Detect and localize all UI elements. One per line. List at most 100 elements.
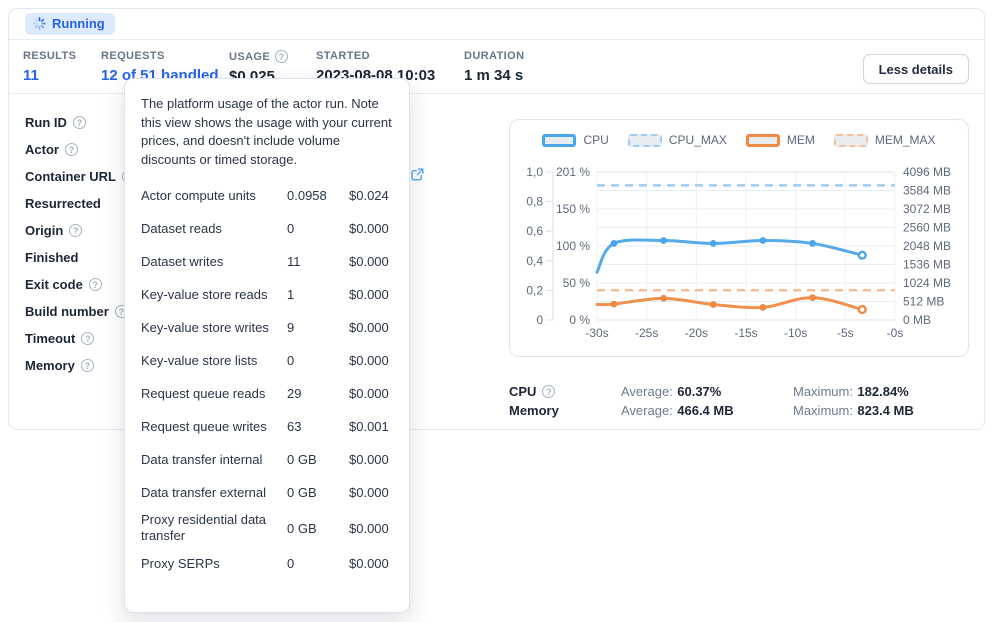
svg-text:512 MB: 512 MB <box>903 295 944 309</box>
detail-row-label: Exit code <box>25 277 83 292</box>
tooltip-row: Dataset reads0$0.000 <box>141 215 393 242</box>
svg-text:-15s: -15s <box>734 326 757 340</box>
tooltip-row-price: $0.000 <box>349 556 393 571</box>
tooltip-row-price: $0.000 <box>349 221 393 236</box>
tooltip-row-label: Dataset writes <box>141 254 287 270</box>
average-value: 60.37% <box>677 384 721 399</box>
spinner-icon <box>33 17 46 30</box>
resource-stats-row: MemoryAverage: 466.4 MBMaximum: 823.4 MB <box>509 401 914 420</box>
tooltip-row-label: Request queue writes <box>141 419 287 435</box>
resource-stats-row: CPU?Average: 60.37%Maximum: 182.84% <box>509 382 914 401</box>
tooltip-row: Proxy residential data transfer0 GB$0.00… <box>141 512 393 544</box>
tooltip-row: Data transfer external0 GB$0.000 <box>141 479 393 506</box>
svg-text:-10s: -10s <box>784 326 807 340</box>
tooltip-row: Key-value store reads1$0.000 <box>141 281 393 308</box>
detail-row: Container URL? <box>25 163 135 190</box>
detail-row-label: Resurrected <box>25 196 101 211</box>
detail-row-label: Build number <box>25 304 109 319</box>
resource-stats-label-text: Memory <box>509 403 559 418</box>
resource-stats-maximum: Maximum: 823.4 MB <box>793 402 914 420</box>
help-icon[interactable]: ? <box>81 359 94 372</box>
svg-text:3072 MB: 3072 MB <box>903 202 951 216</box>
svg-text:-0s: -0s <box>887 326 904 340</box>
status-badge: Running <box>25 13 115 35</box>
tooltip-row-price: $0.000 <box>349 254 393 269</box>
tooltip-row-value: 0 <box>287 221 349 236</box>
tooltip-arrow <box>253 78 270 86</box>
tooltip-row-value: 0 GB <box>287 485 349 500</box>
tooltip-row-value: 11 <box>287 254 349 269</box>
tooltip-row-value: 0 <box>287 556 349 571</box>
tooltip-row-label: Data transfer external <box>141 485 287 501</box>
resource-stats-label: CPU? <box>509 384 621 399</box>
tooltip-row: Actor compute units0.0958$0.024 <box>141 182 393 209</box>
legend-label: MEM_MAX <box>875 133 936 147</box>
detail-row: Memory? <box>25 352 135 379</box>
maximum-value: 823.4 MB <box>857 403 913 418</box>
tooltip-row: Request queue writes63$0.001 <box>141 413 393 440</box>
detail-row-label: Finished <box>25 250 78 265</box>
tooltip-row: Key-value store lists0$0.000 <box>141 347 393 374</box>
tooltip-row-value: 0.0958 <box>287 188 349 203</box>
svg-text:-30s: -30s <box>585 326 608 340</box>
legend-swatch <box>628 134 662 147</box>
usage-help-icon[interactable]: ? <box>275 50 288 63</box>
tooltip-row-label: Data transfer internal <box>141 452 287 468</box>
tooltip-row: Dataset writes11$0.000 <box>141 248 393 275</box>
help-icon[interactable]: ? <box>65 143 78 156</box>
detail-row-label: Origin <box>25 223 63 238</box>
usage-tooltip: The platform usage of the actor run. Not… <box>124 78 410 613</box>
help-icon[interactable]: ? <box>89 278 102 291</box>
svg-text:1536 MB: 1536 MB <box>903 258 951 272</box>
tooltip-row-price: $0.000 <box>349 485 393 500</box>
detail-row-label: Run ID <box>25 115 67 130</box>
detail-row-label: Memory <box>25 358 75 373</box>
tooltip-row-value: 0 <box>287 353 349 368</box>
svg-text:201 %: 201 % <box>556 165 590 179</box>
help-icon[interactable]: ? <box>81 332 94 345</box>
help-icon[interactable]: ? <box>69 224 82 237</box>
legend-item: CPU_MAX <box>628 133 727 147</box>
legend-swatch <box>542 134 576 147</box>
svg-text:2560 MB: 2560 MB <box>903 221 951 235</box>
tooltip-row-value: 1 <box>287 287 349 302</box>
svg-text:4096 MB: 4096 MB <box>903 165 951 179</box>
svg-text:0,2: 0,2 <box>526 283 543 297</box>
stat-results-value[interactable]: 11 <box>23 67 76 84</box>
svg-text:-20s: -20s <box>685 326 708 340</box>
legend-swatch <box>746 134 780 147</box>
stat-results: RESULTS 11 <box>23 50 76 84</box>
detail-row: Origin? <box>25 217 135 244</box>
resource-stats-average: Average: 466.4 MB <box>621 402 793 420</box>
resource-stats: CPU?Average: 60.37%Maximum: 182.84%Memor… <box>509 382 914 420</box>
svg-text:-5s: -5s <box>837 326 854 340</box>
tooltip-row-label: Dataset reads <box>141 221 287 237</box>
legend-label: CPU <box>583 133 608 147</box>
svg-text:0,8: 0,8 <box>526 195 543 209</box>
status-badge-label: Running <box>52 16 105 31</box>
help-icon[interactable]: ? <box>542 385 555 398</box>
maximum-key: Maximum: <box>793 384 853 399</box>
tooltip-row-value: 9 <box>287 320 349 335</box>
tooltip-row-value: 29 <box>287 386 349 401</box>
legend-item: MEM_MAX <box>834 133 936 147</box>
tooltip-row-value: 0 GB <box>287 521 349 536</box>
resource-chart-panel: 4096 MB3584 MB3072 MB2560 MB2048 MB1536 … <box>509 119 969 357</box>
tooltip-row-value: 0 GB <box>287 452 349 467</box>
help-icon[interactable]: ? <box>73 116 86 129</box>
chart-legend: CPUCPU_MAXMEMMEM_MAX <box>510 133 968 147</box>
tooltip-row-label: Proxy SERPs <box>141 556 287 572</box>
tooltip-row-price: $0.000 <box>349 452 393 467</box>
svg-text:100 %: 100 % <box>556 239 590 253</box>
external-link-icon[interactable] <box>410 167 425 182</box>
detail-row-label: Actor <box>25 142 59 157</box>
average-value: 466.4 MB <box>677 403 733 418</box>
tooltip-row-price: $0.000 <box>349 287 393 302</box>
average-key: Average: <box>621 403 673 418</box>
detail-row: Resurrected <box>25 190 135 217</box>
less-details-button[interactable]: Less details <box>863 54 969 84</box>
svg-text:0: 0 <box>536 313 543 327</box>
tooltip-row: Data transfer internal0 GB$0.000 <box>141 446 393 473</box>
tooltip-row-value: 63 <box>287 419 349 434</box>
tooltip-row-label: Key-value store lists <box>141 353 287 369</box>
